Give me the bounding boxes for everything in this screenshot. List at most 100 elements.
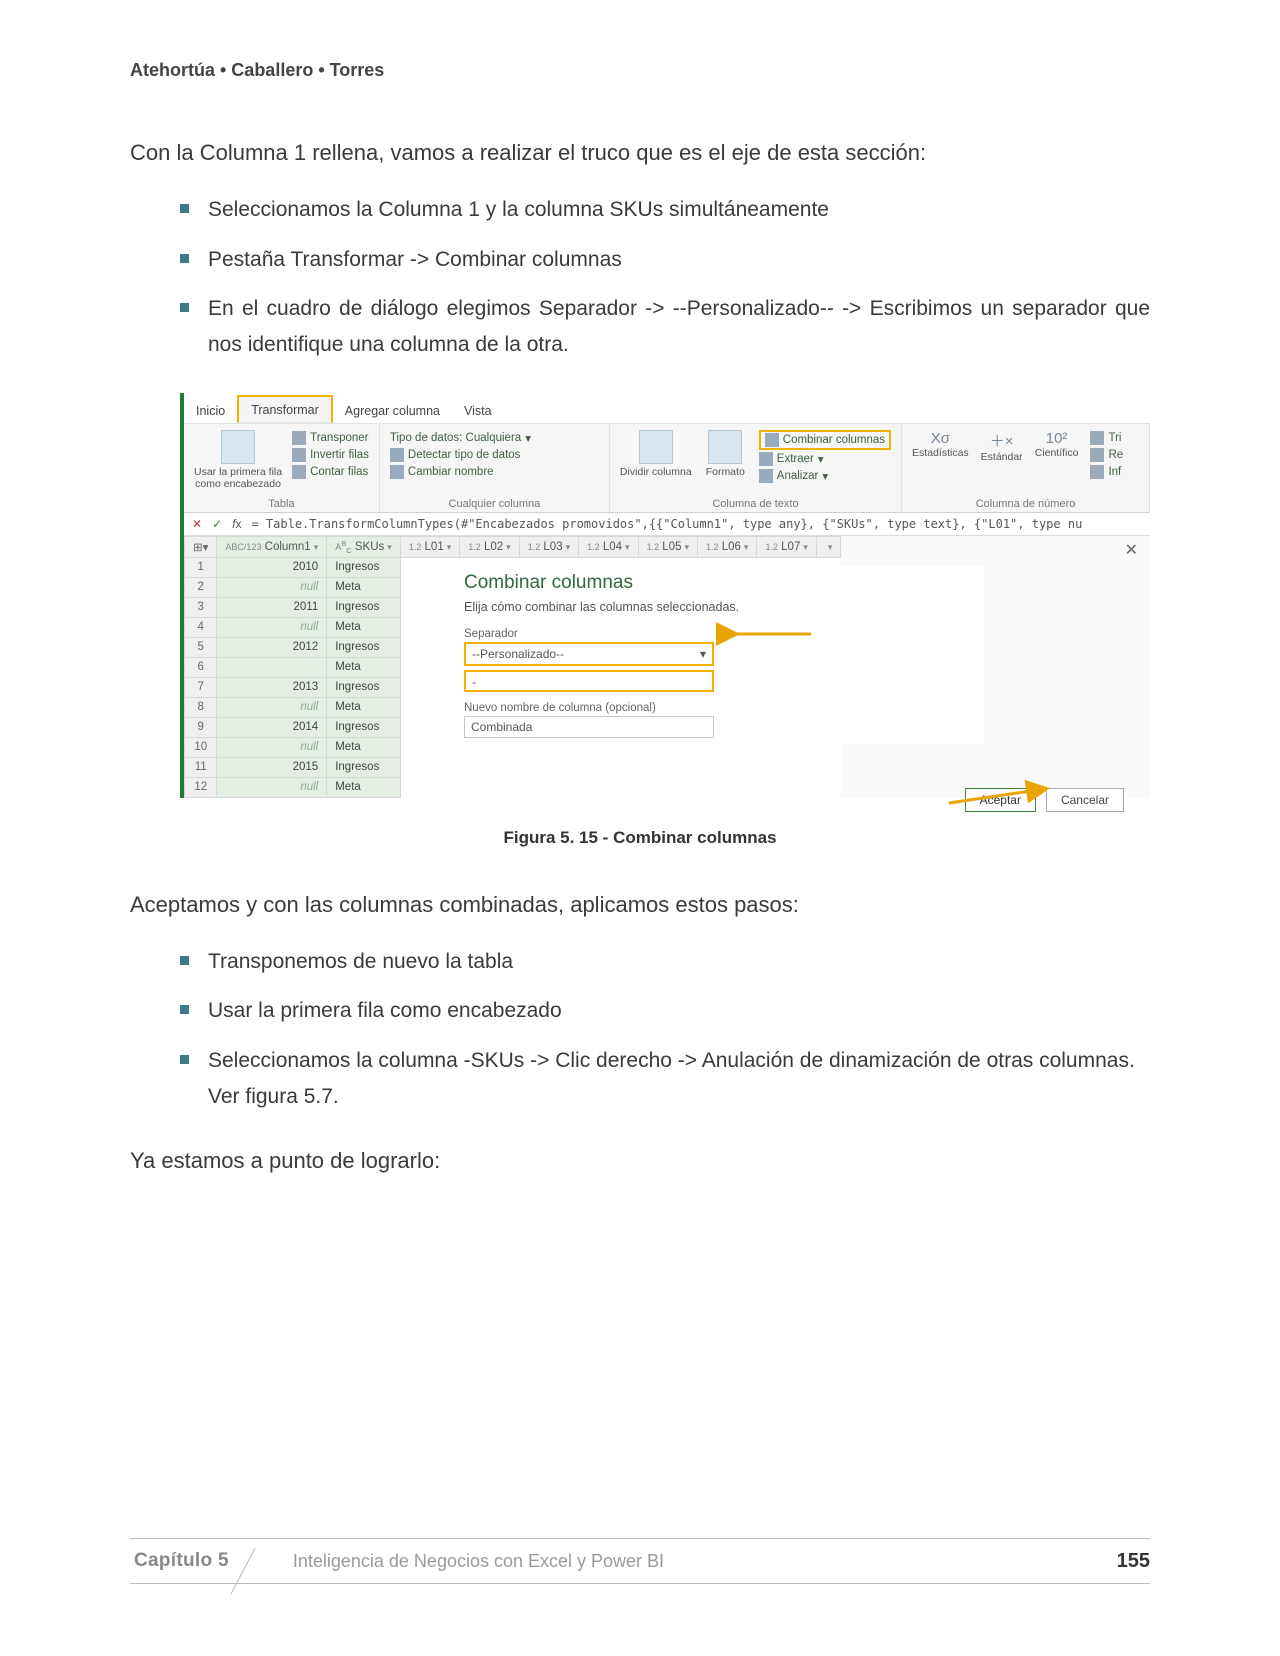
split-col-label: Dividir columna [620,466,692,478]
cell[interactable]: Meta [327,657,401,677]
ribbon: Usar la primera fila como encabezado Tra… [184,423,1150,513]
transpose-button[interactable]: Transponer [292,430,369,446]
cell[interactable]: 2015 [217,757,327,777]
cell[interactable] [217,657,327,677]
detect-icon [390,448,404,462]
cell[interactable]: 2011 [217,597,327,617]
analyze-button[interactable]: Analizar ▾ [759,468,891,484]
cell[interactable]: null [217,577,327,597]
cell[interactable]: Meta [327,577,401,597]
rename-button[interactable]: Cambiar nombre [390,464,599,480]
reverse-icon [292,448,306,462]
sci-label[interactable]: Científico [1035,447,1079,459]
cell[interactable]: null [217,617,327,637]
split-col-icon[interactable] [639,430,673,464]
data-type-button[interactable]: Tipo de datos: Cualquiera ▾ [390,430,599,446]
extract-button[interactable]: Extraer ▾ [759,451,891,467]
sep-label: Separador [464,628,984,640]
extract-icon [759,452,773,466]
col-header[interactable]: 1.2 L05▾ [638,536,697,557]
stats-label[interactable]: Estadísticas [912,447,969,459]
separator-select[interactable]: --Personalizado--▾ [464,642,714,666]
format-icon[interactable] [708,430,742,464]
cell[interactable]: null [217,697,327,717]
book-title: Inteligencia de Negocios con Excel y Pow… [257,1551,1117,1572]
col-header[interactable]: 1.2 L04▾ [579,536,638,557]
info-button[interactable]: Inf [1090,464,1123,480]
chevron-down-icon: ▾ [700,647,706,661]
cell[interactable]: Meta [327,737,401,757]
powerquery-screenshot: Inicio Transformar Agregar columna Vista… [180,393,1150,798]
list-item: Seleccionamos la Columna 1 y la columna … [180,192,1150,228]
format-label: Formato [706,466,745,478]
group-label-tabla: Tabla [194,498,369,510]
new-name-input[interactable]: Combinada [464,716,714,738]
col-header[interactable]: ABC/123 Column1▾ [217,536,327,557]
figure-caption: Figura 5. 15 - Combinar columnas [130,828,1150,848]
tab-inicio[interactable]: Inicio [184,398,237,423]
cell[interactable]: Ingresos [327,677,401,697]
col-header[interactable]: 1.2 L03▾ [519,536,578,557]
merge-icon [765,433,779,447]
round-button[interactable]: Re [1090,447,1123,463]
col-header[interactable]: 1.2 L01▾ [400,536,459,557]
cell[interactable]: 2014 [217,717,327,737]
dialog-title: Combinar columnas [464,572,984,594]
cell[interactable]: Ingresos [327,757,401,777]
row-number: 5 [185,637,217,657]
group-label-textcol: Columna de texto [620,498,891,510]
reverse-rows-button[interactable]: Invertir filas [292,447,369,463]
trig-icon [1090,431,1104,445]
detect-type-button[interactable]: Detectar tipo de datos [390,447,599,463]
cell[interactable]: Ingresos [327,557,401,577]
cell[interactable]: Meta [327,697,401,717]
col-header[interactable]: 1.2 L02▾ [460,536,519,557]
row-number: 1 [185,557,217,577]
formula-bar: ✕ ✓ fx = Table.TransformColumnTypes(#"En… [184,513,1150,536]
formula-text[interactable]: = Table.TransformColumnTypes(#"Encabezad… [251,517,1142,531]
fx-icon: fx [232,517,241,531]
list-item: En el cuadro de diálogo elegimos Separad… [180,291,1150,362]
tab-transformar[interactable]: Transformar [237,395,333,423]
ribbon-tabs: Inicio Transformar Agregar columna Vista [184,393,1150,423]
cell[interactable]: 2012 [217,637,327,657]
list-item: Seleccionamos la columna -SKUs -> Clic d… [180,1043,1150,1114]
list-item: Transponemos de nuevo la tabla [180,944,1150,980]
closing-paragraph: Ya estamos a punto de lograrlo: [130,1144,1150,1178]
cancel-button[interactable]: Cancelar [1046,788,1124,812]
col-header[interactable]: 1.2 L06▾ [698,536,757,557]
table-icon[interactable] [221,430,255,464]
table-row[interactable]: 12nullMeta [185,777,841,797]
name-label: Nuevo nombre de columna (opcional) [464,702,984,714]
table-row[interactable]: 112015Ingresos [185,757,841,777]
cell[interactable]: 2010 [217,557,327,577]
std-label[interactable]: Estándar [981,451,1023,463]
transpose-icon [292,431,306,445]
chapter-label: Capítulo 5 [134,1550,229,1571]
cell[interactable]: 2013 [217,677,327,697]
fx-accept-icon[interactable]: ✓ [212,517,222,531]
tab-vista[interactable]: Vista [452,398,504,423]
cell[interactable]: Ingresos [327,597,401,617]
cell[interactable]: Ingresos [327,637,401,657]
col-header[interactable]: 1.2 L07▾ [757,536,816,557]
col-dd[interactable]: ▾ [816,536,841,557]
combine-columns-button[interactable]: Combinar columnas [759,430,891,450]
row-number: 4 [185,617,217,637]
cell[interactable]: Meta [327,617,401,637]
cell[interactable]: Meta [327,777,401,797]
custom-separator-input[interactable]: - [464,670,714,692]
col-corner: ⊞▾ [185,536,217,557]
cell[interactable]: null [217,777,327,797]
group-label-numcol: Columna de número [912,498,1139,510]
fx-cancel-icon[interactable]: ✕ [192,517,202,531]
list-item: Pestaña Transformar -> Combinar columnas [180,242,1150,278]
close-icon[interactable]: ✕ [1125,540,1138,560]
cell[interactable]: Ingresos [327,717,401,737]
tab-agregar-columna[interactable]: Agregar columna [333,398,452,423]
intro-paragraph: Con la Columna 1 rellena, vamos a realiz… [130,136,1150,170]
count-rows-button[interactable]: Contar filas [292,464,369,480]
cell[interactable]: null [217,737,327,757]
trig-button[interactable]: Tri [1090,430,1123,446]
col-header[interactable]: ABC SKUs▾ [327,536,401,557]
